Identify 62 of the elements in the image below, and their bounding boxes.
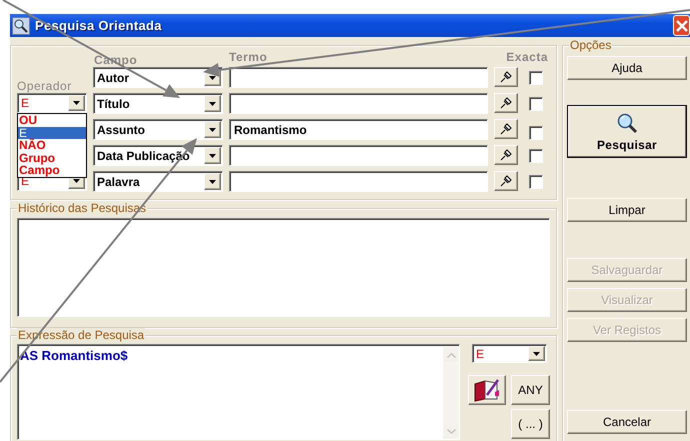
dropdown-button[interactable] <box>204 121 221 138</box>
operator-dropdown[interactable]: E <box>17 93 87 113</box>
pin-button[interactable] <box>494 67 518 87</box>
magnifier-icon <box>12 16 30 34</box>
dropdown-button[interactable] <box>528 346 545 361</box>
option-button[interactable]: Ajuda <box>567 56 687 80</box>
field-dropdown[interactable]: Autor <box>93 67 223 88</box>
notebook-button[interactable] <box>468 375 506 405</box>
exact-checkbox[interactable] <box>529 70 543 84</box>
caret-down-icon <box>209 180 216 184</box>
caret-down-icon <box>209 128 216 132</box>
caret-down-icon <box>209 102 216 106</box>
pushpin-icon <box>500 123 512 135</box>
option-button[interactable]: Cancelar <box>567 410 687 434</box>
search-icon <box>616 112 638 134</box>
exact-checkbox[interactable] <box>529 174 543 188</box>
field-dropdown[interactable]: Palavra <box>93 171 223 192</box>
term-field[interactable]: Romantismo <box>229 119 488 140</box>
dropdown-option[interactable]: Grupo <box>18 152 86 164</box>
column-header: Termo <box>229 51 268 62</box>
dropdown-button[interactable] <box>68 95 85 111</box>
term-field[interactable] <box>229 67 488 88</box>
chevron-up-icon <box>446 352 456 358</box>
option-button[interactable]: Pesquisar <box>567 105 687 158</box>
pin-button[interactable] <box>494 145 518 165</box>
term-field[interactable] <box>229 145 488 166</box>
history-list[interactable] <box>17 218 550 317</box>
field-dropdown[interactable]: Título <box>93 93 223 114</box>
term-field[interactable] <box>229 171 488 192</box>
pushpin-icon <box>500 97 512 109</box>
caret-down-icon <box>73 101 80 105</box>
exact-checkbox[interactable] <box>529 126 543 140</box>
dropdown-option[interactable]: NÃO <box>18 139 86 152</box>
column-header: Operador <box>17 79 72 93</box>
parentheses-button[interactable]: ( ... ) <box>511 409 550 439</box>
column-header: Exacta <box>506 51 548 62</box>
field-dropdown[interactable]: Assunto <box>93 119 223 140</box>
notebook-pen-icon <box>473 378 501 402</box>
group-title: Opções <box>569 38 612 52</box>
chevron-down-icon <box>446 428 456 434</box>
caret-down-icon <box>209 154 216 158</box>
field-dropdown[interactable]: Data Publicação <box>93 145 223 166</box>
pin-button[interactable] <box>494 93 518 113</box>
pin-button[interactable] <box>494 171 518 191</box>
pushpin-icon <box>500 175 512 187</box>
window-title: Pesquisa Orientada <box>35 18 162 33</box>
option-button[interactable]: Limpar <box>567 198 687 222</box>
exact-checkbox[interactable] <box>529 148 543 162</box>
pushpin-icon <box>500 71 512 83</box>
caret-down-icon <box>533 352 540 356</box>
any-button[interactable]: ANY <box>511 375 550 405</box>
dropdown-button[interactable] <box>204 147 221 164</box>
close-button[interactable] <box>673 15 690 36</box>
exact-checkbox[interactable] <box>529 96 543 110</box>
dropdown-button[interactable] <box>204 173 221 190</box>
term-field[interactable] <box>229 93 488 114</box>
operator-dropdown[interactable]: E <box>472 344 547 363</box>
pushpin-icon <box>500 149 512 161</box>
pin-button[interactable] <box>494 119 518 139</box>
dropdown-option[interactable]: E <box>18 126 86 139</box>
dropdown-option[interactable]: OU <box>18 114 86 126</box>
dropdown-button[interactable] <box>204 95 221 112</box>
